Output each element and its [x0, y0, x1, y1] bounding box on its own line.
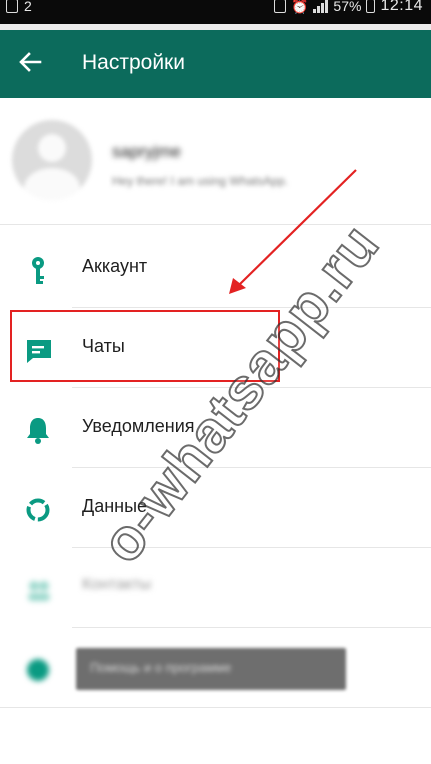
page-title: Настройки: [82, 51, 185, 74]
avatar-head: [38, 134, 66, 162]
settings-item-data[interactable]: Данные: [0, 468, 431, 548]
status-number: 2: [24, 0, 32, 14]
settings-item-help[interactable]: Помощь и о программе: [0, 628, 431, 708]
status-bar: 2 ⏰ 57% 12:14: [0, 0, 431, 24]
bottom-area: [0, 722, 431, 764]
signal-icon: [313, 0, 329, 13]
settings-item-label: Уведомления: [82, 416, 195, 436]
highlight-box: [10, 310, 280, 382]
alarm-icon: ⏰: [290, 0, 309, 14]
arrow-left-icon: [19, 52, 42, 72]
avatar[interactable]: [12, 120, 92, 200]
battery-icon: [366, 0, 376, 13]
settings-item-label: Данные: [82, 496, 148, 516]
key-icon: [24, 256, 56, 284]
profile-name: sapryjme: [112, 142, 181, 161]
toolbar: Настройки: [0, 30, 431, 98]
settings-item-account[interactable]: Аккаунт: [0, 228, 431, 308]
divider: [0, 707, 431, 708]
data-usage-icon: [24, 496, 56, 522]
contacts-icon: [24, 576, 56, 602]
notification-icon: [6, 0, 18, 13]
settings-item-label: Контакты: [82, 576, 152, 593]
redacted-box: Помощь и о программе: [76, 648, 346, 690]
settings-item-label: Аккаунт: [82, 256, 148, 276]
settings-item-contacts[interactable]: Контакты: [0, 548, 431, 628]
battery-percent: 57%: [333, 0, 362, 14]
divider: [0, 224, 431, 225]
status-left: 2: [6, 0, 32, 14]
clock: 12:14: [380, 0, 423, 14]
profile-status: Hey there! I am using WhatsApp.: [112, 174, 289, 188]
arrow-left-icon[interactable]: [14, 46, 46, 78]
settings-item-notifications[interactable]: Уведомления: [0, 388, 431, 468]
avatar-body: [24, 168, 80, 200]
phone-icon: [273, 0, 286, 13]
help-icon: [24, 656, 56, 682]
profile-row[interactable]: sapryjme Hey there! I am using WhatsApp.: [0, 98, 431, 222]
settings-item-label: Помощь и о программе: [90, 660, 232, 675]
settings-screen: 2 ⏰ 57% 12:14 Настройки sapryjme Hey the…: [0, 0, 431, 764]
bell-icon: [24, 416, 56, 444]
status-right: ⏰ 57% 12:14: [273, 0, 423, 15]
